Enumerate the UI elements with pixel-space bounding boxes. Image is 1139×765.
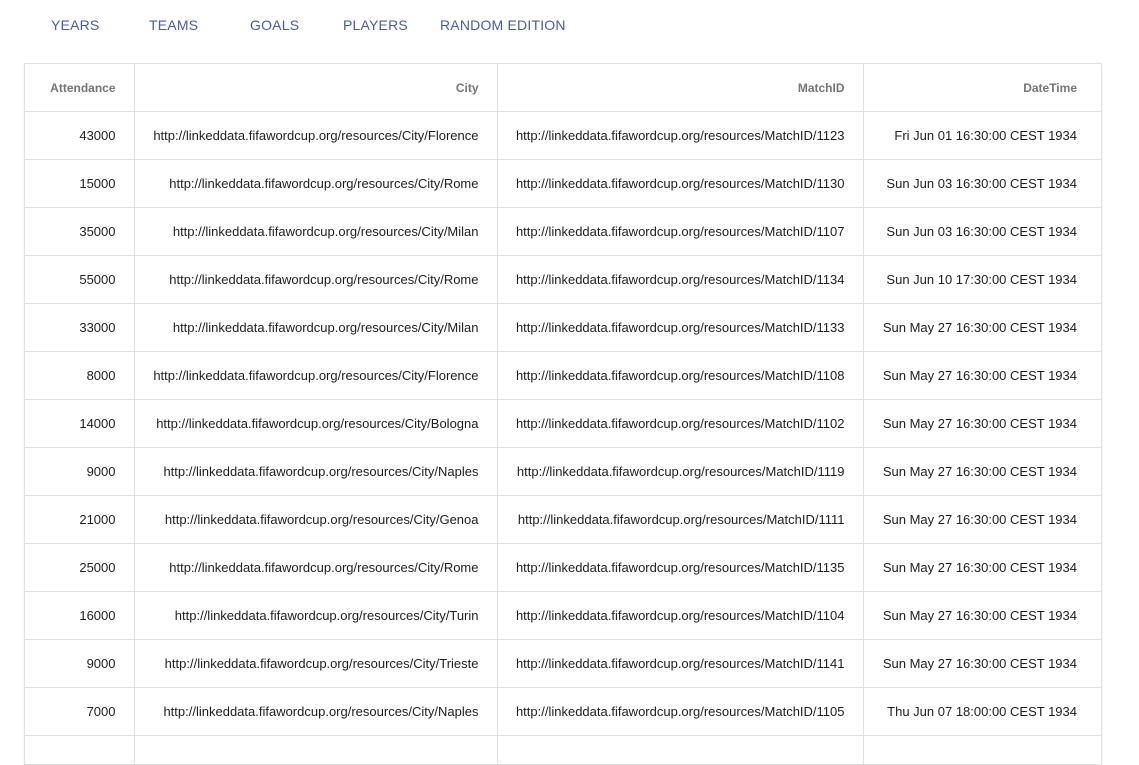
nav-random-edition-link[interactable]: RANDOM EDITION bbox=[440, 17, 566, 33]
cell-matchid: http://linkeddata.fifawordcup.org/resour… bbox=[497, 256, 863, 304]
table-row[interactable]: 55000http://linkeddata.fifawordcup.org/r… bbox=[25, 256, 1101, 304]
cell-city bbox=[134, 736, 497, 765]
cell-matchid: http://linkeddata.fifawordcup.org/resour… bbox=[497, 448, 863, 496]
nav-goals-link[interactable]: GOALS bbox=[250, 17, 299, 33]
cell-datetime: Sun May 27 16:30:00 CEST 1934 bbox=[863, 448, 1101, 496]
table-row[interactable]: 14000http://linkeddata.fifawordcup.org/r… bbox=[25, 400, 1101, 448]
top-nav: YEARS TEAMS GOALS PLAYERS RANDOM EDITION bbox=[0, 0, 1139, 50]
cell-datetime: Thu Jun 07 18:00:00 CEST 1934 bbox=[863, 688, 1101, 736]
table-row[interactable]: 43000http://linkeddata.fifawordcup.org/r… bbox=[25, 112, 1101, 160]
cell-matchid: http://linkeddata.fifawordcup.org/resour… bbox=[497, 496, 863, 544]
nav-players-link[interactable]: PLAYERS bbox=[343, 17, 408, 33]
cell-city: http://linkeddata.fifawordcup.org/resour… bbox=[134, 160, 497, 208]
cell-attendance: 35000 bbox=[25, 208, 134, 256]
cell-attendance: 33000 bbox=[25, 304, 134, 352]
cell-matchid: http://linkeddata.fifawordcup.org/resour… bbox=[497, 160, 863, 208]
cell-matchid: http://linkeddata.fifawordcup.org/resour… bbox=[497, 688, 863, 736]
table-row[interactable]: 8000http://linkeddata.fifawordcup.org/re… bbox=[25, 352, 1101, 400]
nav-years-link[interactable]: YEARS bbox=[51, 17, 99, 33]
cell-datetime: Sun May 27 16:30:00 CEST 1934 bbox=[863, 352, 1101, 400]
cell-city: http://linkeddata.fifawordcup.org/resour… bbox=[134, 304, 497, 352]
cell-city: http://linkeddata.fifawordcup.org/resour… bbox=[134, 112, 497, 160]
cell-attendance: 55000 bbox=[25, 256, 134, 304]
cell-matchid: http://linkeddata.fifawordcup.org/resour… bbox=[497, 640, 863, 688]
cell-matchid: http://linkeddata.fifawordcup.org/resour… bbox=[497, 400, 863, 448]
table-row[interactable]: 9000http://linkeddata.fifawordcup.org/re… bbox=[25, 640, 1101, 688]
cell-city: http://linkeddata.fifawordcup.org/resour… bbox=[134, 208, 497, 256]
table-row[interactable] bbox=[25, 736, 1101, 765]
table-body: 43000http://linkeddata.fifawordcup.org/r… bbox=[25, 112, 1101, 765]
cell-datetime: Sun May 27 16:30:00 CEST 1934 bbox=[863, 304, 1101, 352]
cell-datetime: Sun Jun 10 17:30:00 CEST 1934 bbox=[863, 256, 1101, 304]
cell-city: http://linkeddata.fifawordcup.org/resour… bbox=[134, 544, 497, 592]
column-header-datetime[interactable]: DateTime bbox=[863, 64, 1101, 112]
matches-table-card: Attendance City MatchID DateTime 43000ht… bbox=[24, 63, 1102, 765]
matches-table: Attendance City MatchID DateTime 43000ht… bbox=[25, 64, 1101, 765]
table-row[interactable]: 15000http://linkeddata.fifawordcup.org/r… bbox=[25, 160, 1101, 208]
cell-attendance: 14000 bbox=[25, 400, 134, 448]
cell-datetime bbox=[863, 736, 1101, 765]
column-header-matchid[interactable]: MatchID bbox=[497, 64, 863, 112]
table-row[interactable]: 25000http://linkeddata.fifawordcup.org/r… bbox=[25, 544, 1101, 592]
cell-city: http://linkeddata.fifawordcup.org/resour… bbox=[134, 496, 497, 544]
cell-matchid: http://linkeddata.fifawordcup.org/resour… bbox=[497, 112, 863, 160]
cell-attendance: 43000 bbox=[25, 112, 134, 160]
cell-attendance: 7000 bbox=[25, 688, 134, 736]
cell-datetime: Sun Jun 03 16:30:00 CEST 1934 bbox=[863, 208, 1101, 256]
table-header-row: Attendance City MatchID DateTime bbox=[25, 64, 1101, 112]
cell-datetime: Sun May 27 16:30:00 CEST 1934 bbox=[863, 544, 1101, 592]
cell-datetime: Sun May 27 16:30:00 CEST 1934 bbox=[863, 400, 1101, 448]
cell-matchid: http://linkeddata.fifawordcup.org/resour… bbox=[497, 304, 863, 352]
cell-attendance: 21000 bbox=[25, 496, 134, 544]
table-row[interactable]: 9000http://linkeddata.fifawordcup.org/re… bbox=[25, 448, 1101, 496]
table-row[interactable]: 16000http://linkeddata.fifawordcup.org/r… bbox=[25, 592, 1101, 640]
cell-city: http://linkeddata.fifawordcup.org/resour… bbox=[134, 688, 497, 736]
table-row[interactable]: 7000http://linkeddata.fifawordcup.org/re… bbox=[25, 688, 1101, 736]
column-header-city[interactable]: City bbox=[134, 64, 497, 112]
cell-attendance: 25000 bbox=[25, 544, 134, 592]
cell-attendance: 9000 bbox=[25, 640, 134, 688]
cell-city: http://linkeddata.fifawordcup.org/resour… bbox=[134, 352, 497, 400]
cell-attendance: 15000 bbox=[25, 160, 134, 208]
cell-datetime: Sun Jun 03 16:30:00 CEST 1934 bbox=[863, 160, 1101, 208]
cell-matchid bbox=[497, 736, 863, 765]
cell-attendance: 8000 bbox=[25, 352, 134, 400]
table-row[interactable]: 21000http://linkeddata.fifawordcup.org/r… bbox=[25, 496, 1101, 544]
cell-city: http://linkeddata.fifawordcup.org/resour… bbox=[134, 448, 497, 496]
cell-city: http://linkeddata.fifawordcup.org/resour… bbox=[134, 400, 497, 448]
table-row[interactable]: 35000http://linkeddata.fifawordcup.org/r… bbox=[25, 208, 1101, 256]
cell-matchid: http://linkeddata.fifawordcup.org/resour… bbox=[497, 352, 863, 400]
table-row[interactable]: 33000http://linkeddata.fifawordcup.org/r… bbox=[25, 304, 1101, 352]
cell-city: http://linkeddata.fifawordcup.org/resour… bbox=[134, 592, 497, 640]
cell-datetime: Sun May 27 16:30:00 CEST 1934 bbox=[863, 640, 1101, 688]
cell-matchid: http://linkeddata.fifawordcup.org/resour… bbox=[497, 544, 863, 592]
cell-attendance: 16000 bbox=[25, 592, 134, 640]
cell-matchid: http://linkeddata.fifawordcup.org/resour… bbox=[497, 208, 863, 256]
cell-datetime: Fri Jun 01 16:30:00 CEST 1934 bbox=[863, 112, 1101, 160]
cell-city: http://linkeddata.fifawordcup.org/resour… bbox=[134, 256, 497, 304]
cell-attendance bbox=[25, 736, 134, 765]
cell-matchid: http://linkeddata.fifawordcup.org/resour… bbox=[497, 592, 863, 640]
nav-teams-link[interactable]: TEAMS bbox=[149, 17, 198, 33]
cell-city: http://linkeddata.fifawordcup.org/resour… bbox=[134, 640, 497, 688]
cell-attendance: 9000 bbox=[25, 448, 134, 496]
cell-datetime: Sun May 27 16:30:00 CEST 1934 bbox=[863, 496, 1101, 544]
cell-datetime: Sun May 27 16:30:00 CEST 1934 bbox=[863, 592, 1101, 640]
column-header-attendance[interactable]: Attendance bbox=[25, 64, 134, 112]
